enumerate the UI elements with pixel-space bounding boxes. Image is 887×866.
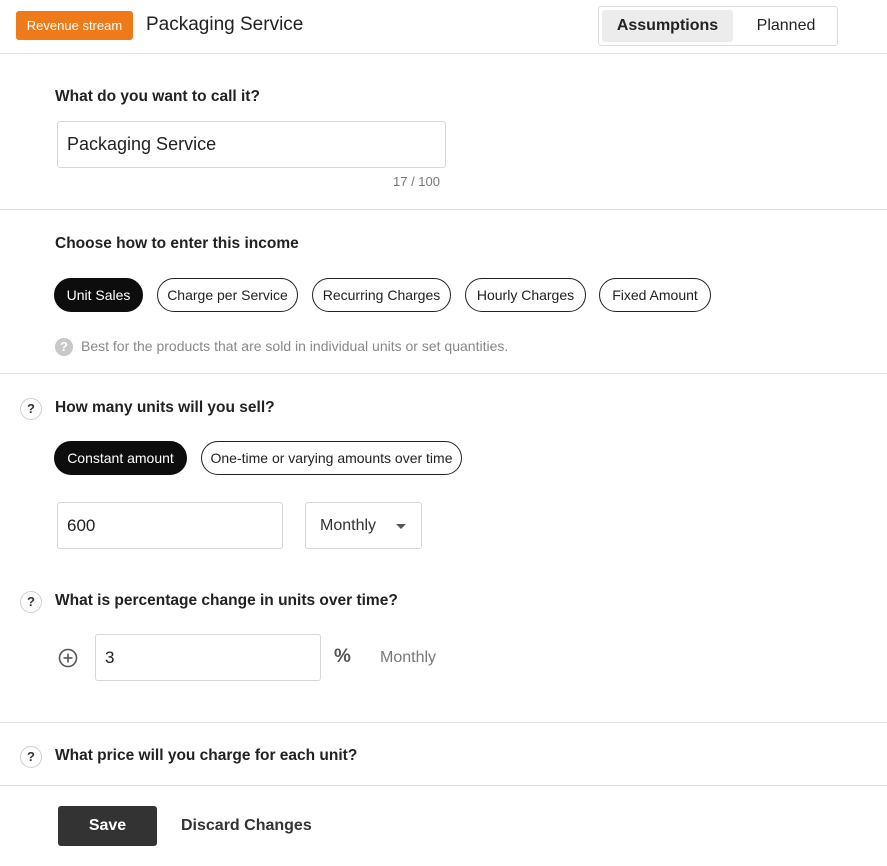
percent-change-input[interactable]: 3 xyxy=(95,634,321,681)
units-amount-input[interactable]: 600 xyxy=(57,502,283,549)
question-mark-icon[interactable]: ? xyxy=(20,591,42,613)
chevron-down-icon xyxy=(396,524,406,529)
option-hourly-charges[interactable]: Hourly Charges xyxy=(465,278,586,312)
view-toggle: Assumptions Planned xyxy=(598,6,838,46)
revenue-stream-badge: Revenue stream xyxy=(16,11,133,40)
option-charge-per-service[interactable]: Charge per Service xyxy=(157,278,298,312)
option-unit-sales[interactable]: Unit Sales xyxy=(54,278,143,312)
tab-assumptions[interactable]: Assumptions xyxy=(602,10,733,42)
discard-changes-button[interactable]: Discard Changes xyxy=(181,816,312,836)
plus-circle-icon[interactable] xyxy=(58,648,78,668)
frequency-value: Monthly xyxy=(320,516,377,534)
mode-varying-amounts[interactable]: One-time or varying amounts over time xyxy=(201,441,462,475)
section-divider xyxy=(0,722,887,723)
option-recurring-charges[interactable]: Recurring Charges xyxy=(312,278,451,312)
section-divider xyxy=(0,373,887,374)
header-divider xyxy=(0,53,887,54)
change-period-label: Monthly xyxy=(380,649,437,666)
question-mark-icon[interactable]: ? xyxy=(20,398,42,420)
name-input-value: Packaging Service xyxy=(67,134,217,154)
units-amount-value: 600 xyxy=(67,515,96,535)
question-mark-icon[interactable]: ? xyxy=(20,746,42,768)
change-question: What is percentage change in units over … xyxy=(55,592,398,609)
name-question: What do you want to call it? xyxy=(55,88,260,105)
income-question: Choose how to enter this income xyxy=(55,235,299,252)
option-fixed-amount[interactable]: Fixed Amount xyxy=(599,278,711,312)
footer-divider xyxy=(0,785,887,786)
section-divider xyxy=(0,209,887,210)
income-hint: Best for the products that are sold in i… xyxy=(81,338,509,354)
help-icon: ? xyxy=(55,338,73,356)
percent-icon: % xyxy=(334,646,351,667)
percent-change-value: 3 xyxy=(105,647,115,667)
mode-constant-amount[interactable]: Constant amount xyxy=(54,441,187,475)
tab-planned[interactable]: Planned xyxy=(737,10,835,42)
character-counter: 17 / 100 xyxy=(393,174,440,189)
units-question: How many units will you sell? xyxy=(55,399,275,416)
save-button[interactable]: Save xyxy=(58,806,157,846)
page-title: Packaging Service xyxy=(146,14,304,35)
frequency-select[interactable]: Monthly xyxy=(305,502,422,549)
price-question: What price will you charge for each unit… xyxy=(55,747,358,764)
name-input[interactable]: Packaging Service xyxy=(57,121,446,168)
